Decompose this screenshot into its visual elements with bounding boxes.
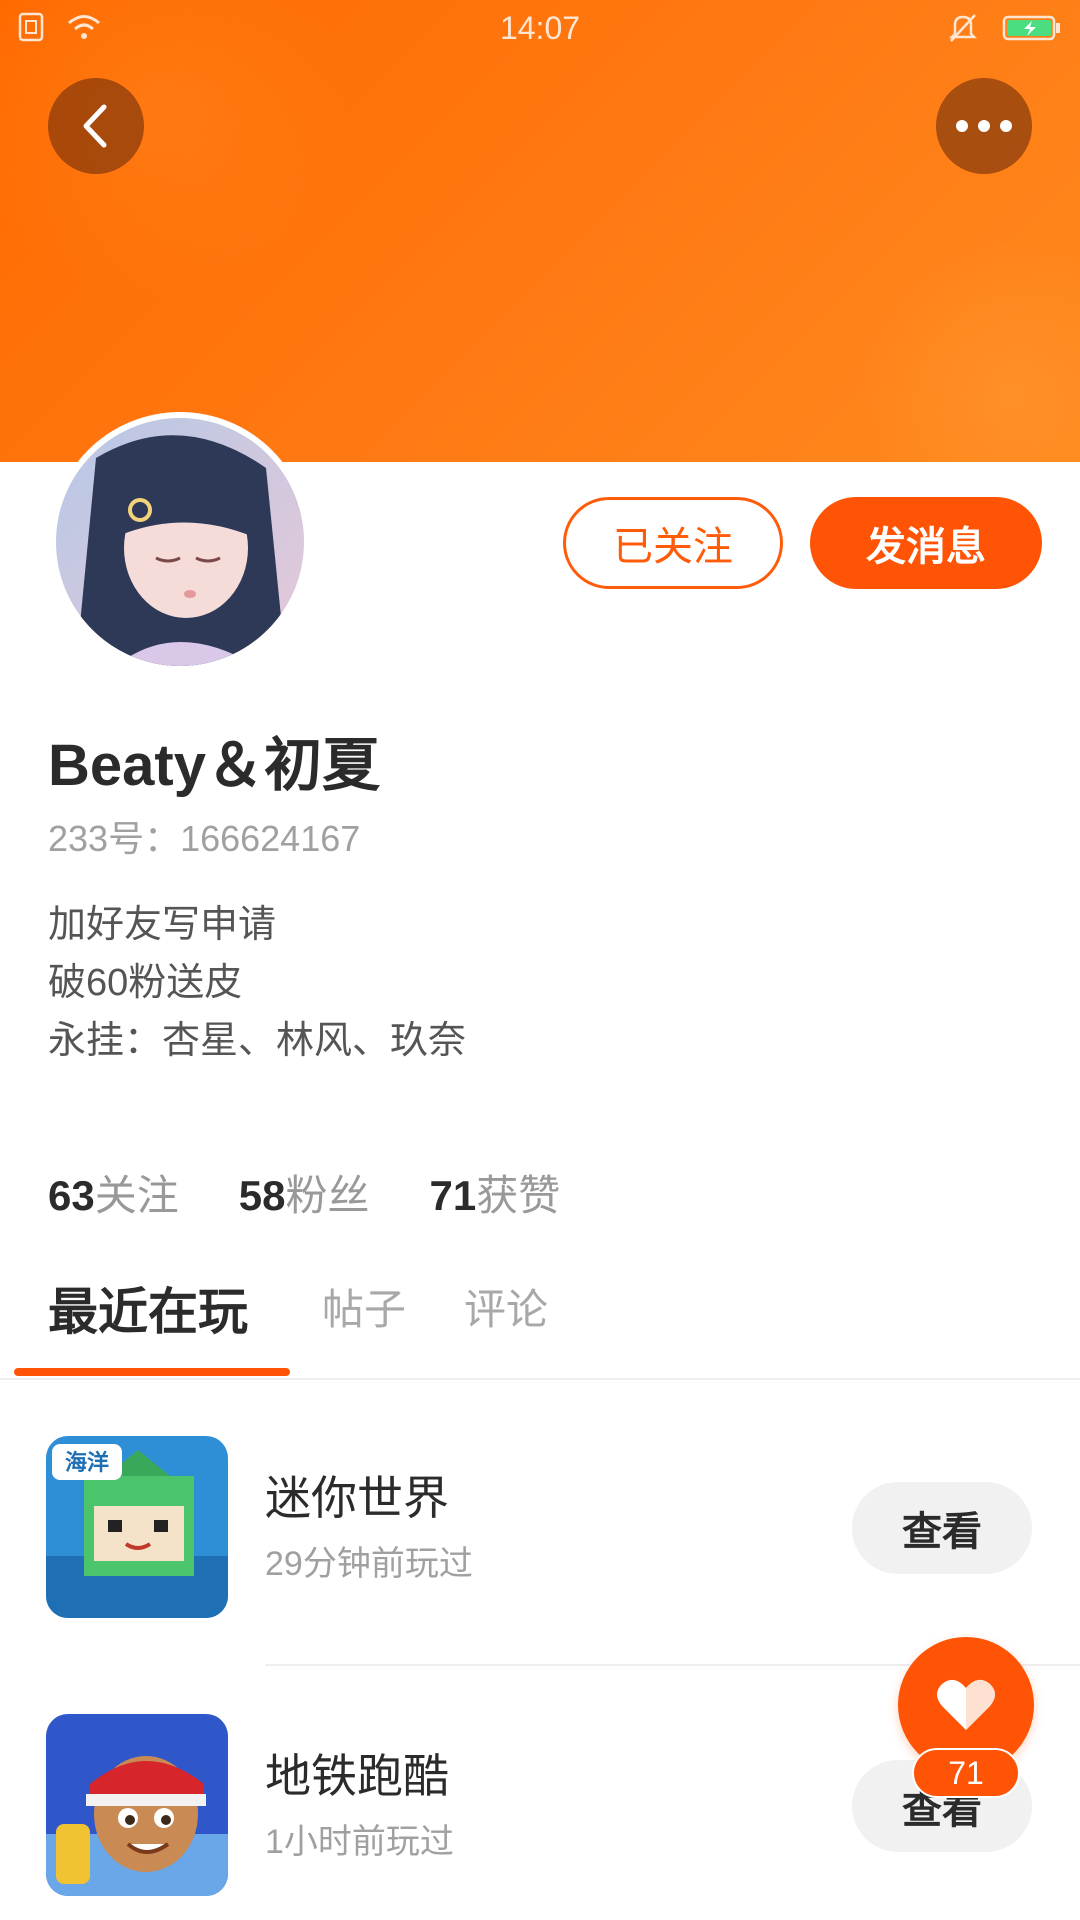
stat-label: 粉丝 bbox=[285, 1172, 370, 1219]
username: Beaty＆初夏 bbox=[48, 733, 380, 798]
status-bar: 14:07 bbox=[0, 0, 1080, 60]
stat-label: 获赞 bbox=[476, 1172, 561, 1219]
battery-charging-icon bbox=[1002, 15, 1060, 41]
game-icon-subway-surfers bbox=[46, 1714, 228, 1896]
game-last-played: 29分钟前玩过 bbox=[265, 1545, 473, 1583]
game-icon-badge: 海洋 bbox=[65, 1450, 109, 1476]
avatar-image bbox=[56, 418, 304, 666]
stat-number: 63 bbox=[48, 1172, 95, 1219]
tab-posts[interactable]: 帖子 bbox=[322, 1276, 406, 1337]
tab-comments[interactable]: 评论 bbox=[464, 1276, 548, 1337]
stat-followers[interactable]: 58粉丝 bbox=[239, 1162, 370, 1223]
game-icon-mini-world: 海洋 bbox=[46, 1436, 228, 1618]
heart-icon bbox=[937, 1679, 995, 1730]
stat-number: 71 bbox=[429, 1172, 477, 1219]
profile-header-banner bbox=[0, 0, 1080, 462]
send-message-button[interactable]: 发消息 bbox=[810, 497, 1042, 589]
chevron-left-icon bbox=[83, 104, 107, 148]
like-count-badge: 71 bbox=[912, 1748, 1020, 1798]
view-game-button[interactable]: 查看 bbox=[852, 1482, 1032, 1574]
bio-line: 破60粉送皮 bbox=[48, 962, 243, 1004]
avatar[interactable] bbox=[50, 412, 310, 672]
more-dots-icon bbox=[956, 120, 1012, 132]
list-item[interactable]: 海洋 迷你世界 29分钟前玩过 查看 bbox=[0, 1436, 1080, 1620]
stat-number: 58 bbox=[238, 1172, 286, 1219]
bio-line: 永挂：杏星、林风、玖奈 bbox=[48, 1020, 467, 1062]
game-name: 迷你世界 bbox=[265, 1472, 449, 1524]
stat-following[interactable]: 63关注 bbox=[48, 1162, 179, 1223]
followed-button[interactable]: 已关注 bbox=[563, 497, 783, 589]
active-tab-indicator bbox=[14, 1368, 290, 1376]
status-time: 14:07 bbox=[499, 10, 581, 46]
status-right-icons bbox=[948, 12, 1062, 44]
bio-line: 加好友写申请 bbox=[48, 904, 277, 946]
tab-recent-played[interactable]: 最近在玩 bbox=[48, 1272, 248, 1344]
more-options-button[interactable] bbox=[936, 78, 1032, 174]
user-id: 233号：166624167 bbox=[48, 818, 361, 859]
game-name: 地铁跑酷 bbox=[265, 1750, 449, 1802]
profile-tabs: 最近在玩 帖子 评论 bbox=[0, 1276, 1080, 1380]
bio: 加好友写申请 破60粉送皮 永挂：杏星、林风、玖奈 bbox=[48, 896, 466, 1070]
back-button[interactable] bbox=[48, 78, 144, 174]
mute-bell-icon bbox=[948, 14, 978, 42]
stat-label: 关注 bbox=[94, 1172, 179, 1219]
banner-decoration bbox=[860, 240, 1080, 462]
game-last-played: 1小时前玩过 bbox=[265, 1823, 454, 1861]
profile-stats: 63关注 58粉丝 71获赞 bbox=[48, 1162, 560, 1223]
stat-likes[interactable]: 71获赞 bbox=[429, 1162, 560, 1223]
